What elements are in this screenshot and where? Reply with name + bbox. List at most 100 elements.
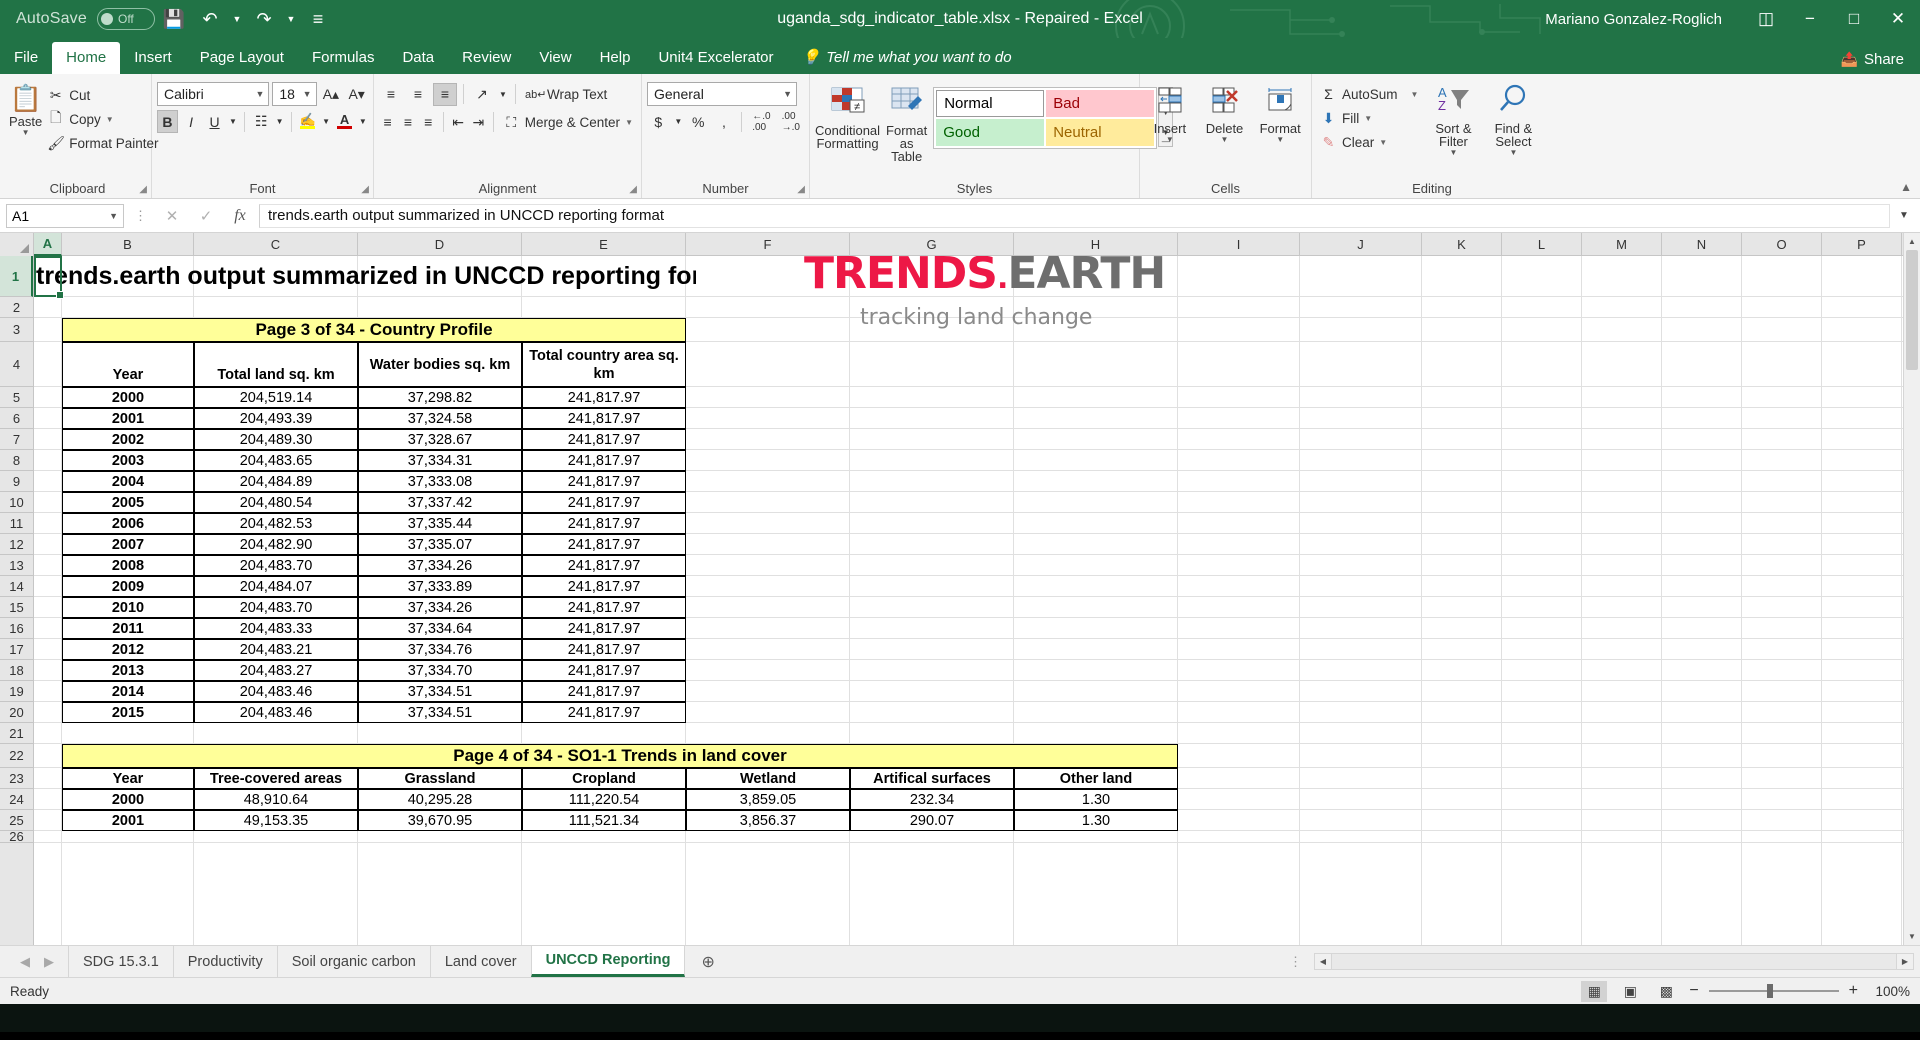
table1-data-cell[interactable]: 2000	[62, 387, 194, 408]
table1-data-cell[interactable]: 37,334.51	[358, 702, 522, 723]
fill-dropdown-icon[interactable]: ▼	[1364, 114, 1372, 123]
formula-input[interactable]: trends.earth output summarized in UNCCD …	[259, 204, 1890, 228]
row-header-11[interactable]: 11	[0, 513, 33, 534]
currency-dropdown-icon[interactable]: ▼	[673, 110, 684, 133]
table2-data-cell[interactable]: 48,910.64	[194, 789, 358, 810]
align-center-icon[interactable]: ≡	[399, 111, 416, 134]
ribbon-tab-page-layout[interactable]: Page Layout	[186, 42, 298, 74]
fill-color-dropdown-icon[interactable]: ▼	[321, 110, 331, 133]
column-header-J[interactable]: J	[1300, 233, 1422, 256]
scroll-down-icon[interactable]: ▼	[1904, 928, 1920, 945]
share-button[interactable]: 📤 Share	[1841, 51, 1920, 74]
row-header-24[interactable]: 24	[0, 789, 33, 810]
table2-header-cell[interactable]: Artifical surfaces	[850, 768, 1014, 789]
find-select-dropdown-icon[interactable]: ▼	[1509, 148, 1517, 157]
row-header-22[interactable]: 22	[0, 744, 33, 768]
table1-data-cell[interactable]: 204,483.65	[194, 450, 358, 471]
ribbon-tab-unit4-excelerator[interactable]: Unit4 Excelerator	[644, 42, 787, 74]
zoom-slider-thumb[interactable]	[1767, 984, 1773, 998]
sheet-bar-splitter[interactable]: ⋮	[1277, 946, 1314, 977]
sheet-tab-sdg-15-3-1[interactable]: SDG 15.3.1	[68, 946, 173, 977]
table2-header-cell[interactable]: Wetland	[686, 768, 850, 789]
horizontal-scrollbar[interactable]: ◀ ▶	[1314, 946, 1914, 977]
insert-cells-dropdown-icon[interactable]: ▼	[1166, 135, 1174, 144]
table1-data-cell[interactable]: 37,298.82	[358, 387, 522, 408]
row-header-14[interactable]: 14	[0, 576, 33, 597]
row-header-18[interactable]: 18	[0, 660, 33, 681]
select-all-corner[interactable]	[0, 233, 34, 256]
table1-data-cell[interactable]: 241,817.97	[522, 660, 686, 681]
merge-center-button[interactable]: ⛶ Merge & Center ▼	[500, 110, 636, 134]
row-header-17[interactable]: 17	[0, 639, 33, 660]
table1-data-cell[interactable]: 204,483.70	[194, 555, 358, 576]
clear-dropdown-icon[interactable]: ▼	[1379, 138, 1387, 147]
previous-sheet-icon[interactable]: ◀	[20, 954, 30, 970]
clipboard-dialog-launcher-icon[interactable]: ◢	[139, 184, 147, 195]
align-top-icon[interactable]: ≡	[379, 83, 403, 106]
insert-cells-button[interactable]: Insert ▼	[1145, 84, 1195, 144]
font-name-dropdown-icon[interactable]: ▼	[249, 89, 264, 99]
table1-data-cell[interactable]: 241,817.97	[522, 639, 686, 660]
column-header-H[interactable]: H	[1014, 233, 1178, 256]
table1-data-cell[interactable]: 204,489.30	[194, 429, 358, 450]
scroll-right-icon[interactable]: ▶	[1896, 953, 1914, 970]
font-color-dropdown-icon[interactable]: ▼	[358, 110, 368, 133]
normal-view-icon[interactable]: ▦	[1581, 981, 1607, 1002]
ribbon-tab-data[interactable]: Data	[388, 42, 448, 74]
table1-data-cell[interactable]: 37,334.31	[358, 450, 522, 471]
column-header-L[interactable]: L	[1502, 233, 1582, 256]
table1-data-cell[interactable]: 241,817.97	[522, 408, 686, 429]
underline-button[interactable]: U	[204, 110, 225, 133]
table1-data-cell[interactable]: 37,334.26	[358, 597, 522, 618]
table1-data-cell[interactable]: 37,335.44	[358, 513, 522, 534]
table1-data-cell[interactable]: 241,817.97	[522, 534, 686, 555]
column-header-O[interactable]: O	[1742, 233, 1822, 256]
table2-data-cell[interactable]: 3,859.05	[686, 789, 850, 810]
close-icon[interactable]: ✕	[1876, 0, 1920, 38]
row-header-21[interactable]: 21	[0, 723, 33, 744]
name-box-dropdown-icon[interactable]: ▼	[109, 211, 118, 221]
tell-me-search[interactable]: 💡 Tell me what you want to do	[788, 41, 1022, 74]
sheet-tab-land-cover[interactable]: Land cover	[430, 946, 531, 977]
row-header-1[interactable]: 1	[0, 256, 33, 297]
align-middle-icon[interactable]: ≡	[406, 83, 430, 106]
zoom-in-button[interactable]: +	[1849, 982, 1858, 1000]
customize-quick-access-icon[interactable]: ≡	[301, 4, 335, 34]
find-select-button[interactable]: Find & Select ▼	[1485, 82, 1541, 157]
table1-data-cell[interactable]: 241,817.97	[522, 492, 686, 513]
cell-styles-gallery[interactable]: Normal Bad Good Neutral	[933, 87, 1157, 149]
table1-data-cell[interactable]: 2001	[62, 408, 194, 429]
table1-data-cell[interactable]: 204,483.46	[194, 681, 358, 702]
ribbon-tab-home[interactable]: Home	[52, 42, 120, 74]
column-header-D[interactable]: D	[358, 233, 522, 256]
wrap-text-button[interactable]: ab↵ Wrap Text	[522, 82, 610, 106]
table1-data-cell[interactable]: 2003	[62, 450, 194, 471]
next-sheet-icon[interactable]: ▶	[44, 954, 54, 970]
row-header-19[interactable]: 19	[0, 681, 33, 702]
number-format-combo[interactable]: General ▼	[647, 82, 797, 106]
font-name-combo[interactable]: Calibri ▼	[157, 82, 269, 106]
table1-data-cell[interactable]: 204,519.14	[194, 387, 358, 408]
table2-data-cell[interactable]: 40,295.28	[358, 789, 522, 810]
table1-header-cell[interactable]: Total country area sq. km	[522, 342, 686, 387]
table2-data-cell[interactable]: 1.30	[1014, 810, 1178, 831]
cell-style-neutral[interactable]: Neutral	[1046, 119, 1154, 146]
autosum-dropdown-icon[interactable]: ▼	[1411, 90, 1419, 99]
decrease-decimal-icon[interactable]: .00→.0	[778, 110, 804, 133]
table1-data-cell[interactable]: 37,337.42	[358, 492, 522, 513]
row-header-3[interactable]: 3	[0, 318, 33, 342]
redo-dropdown-icon[interactable]: ▼	[283, 4, 299, 34]
table1-data-cell[interactable]: 204,483.70	[194, 597, 358, 618]
table1-data-cell[interactable]: 37,335.07	[358, 534, 522, 555]
row-header-10[interactable]: 10	[0, 492, 33, 513]
row-header-6[interactable]: 6	[0, 408, 33, 429]
collapse-ribbon-icon[interactable]: ▲	[1900, 180, 1912, 194]
table1-banner[interactable]: Page 3 of 34 - Country Profile	[62, 318, 686, 342]
table1-data-cell[interactable]: 2014	[62, 681, 194, 702]
italic-button[interactable]: I	[181, 110, 202, 133]
row-header-23[interactable]: 23	[0, 768, 33, 789]
ribbon-tab-help[interactable]: Help	[586, 42, 645, 74]
table1-data-cell[interactable]: 241,817.97	[522, 450, 686, 471]
name-box[interactable]: A1 ▼	[6, 204, 124, 228]
table1-data-cell[interactable]: 37,334.70	[358, 660, 522, 681]
